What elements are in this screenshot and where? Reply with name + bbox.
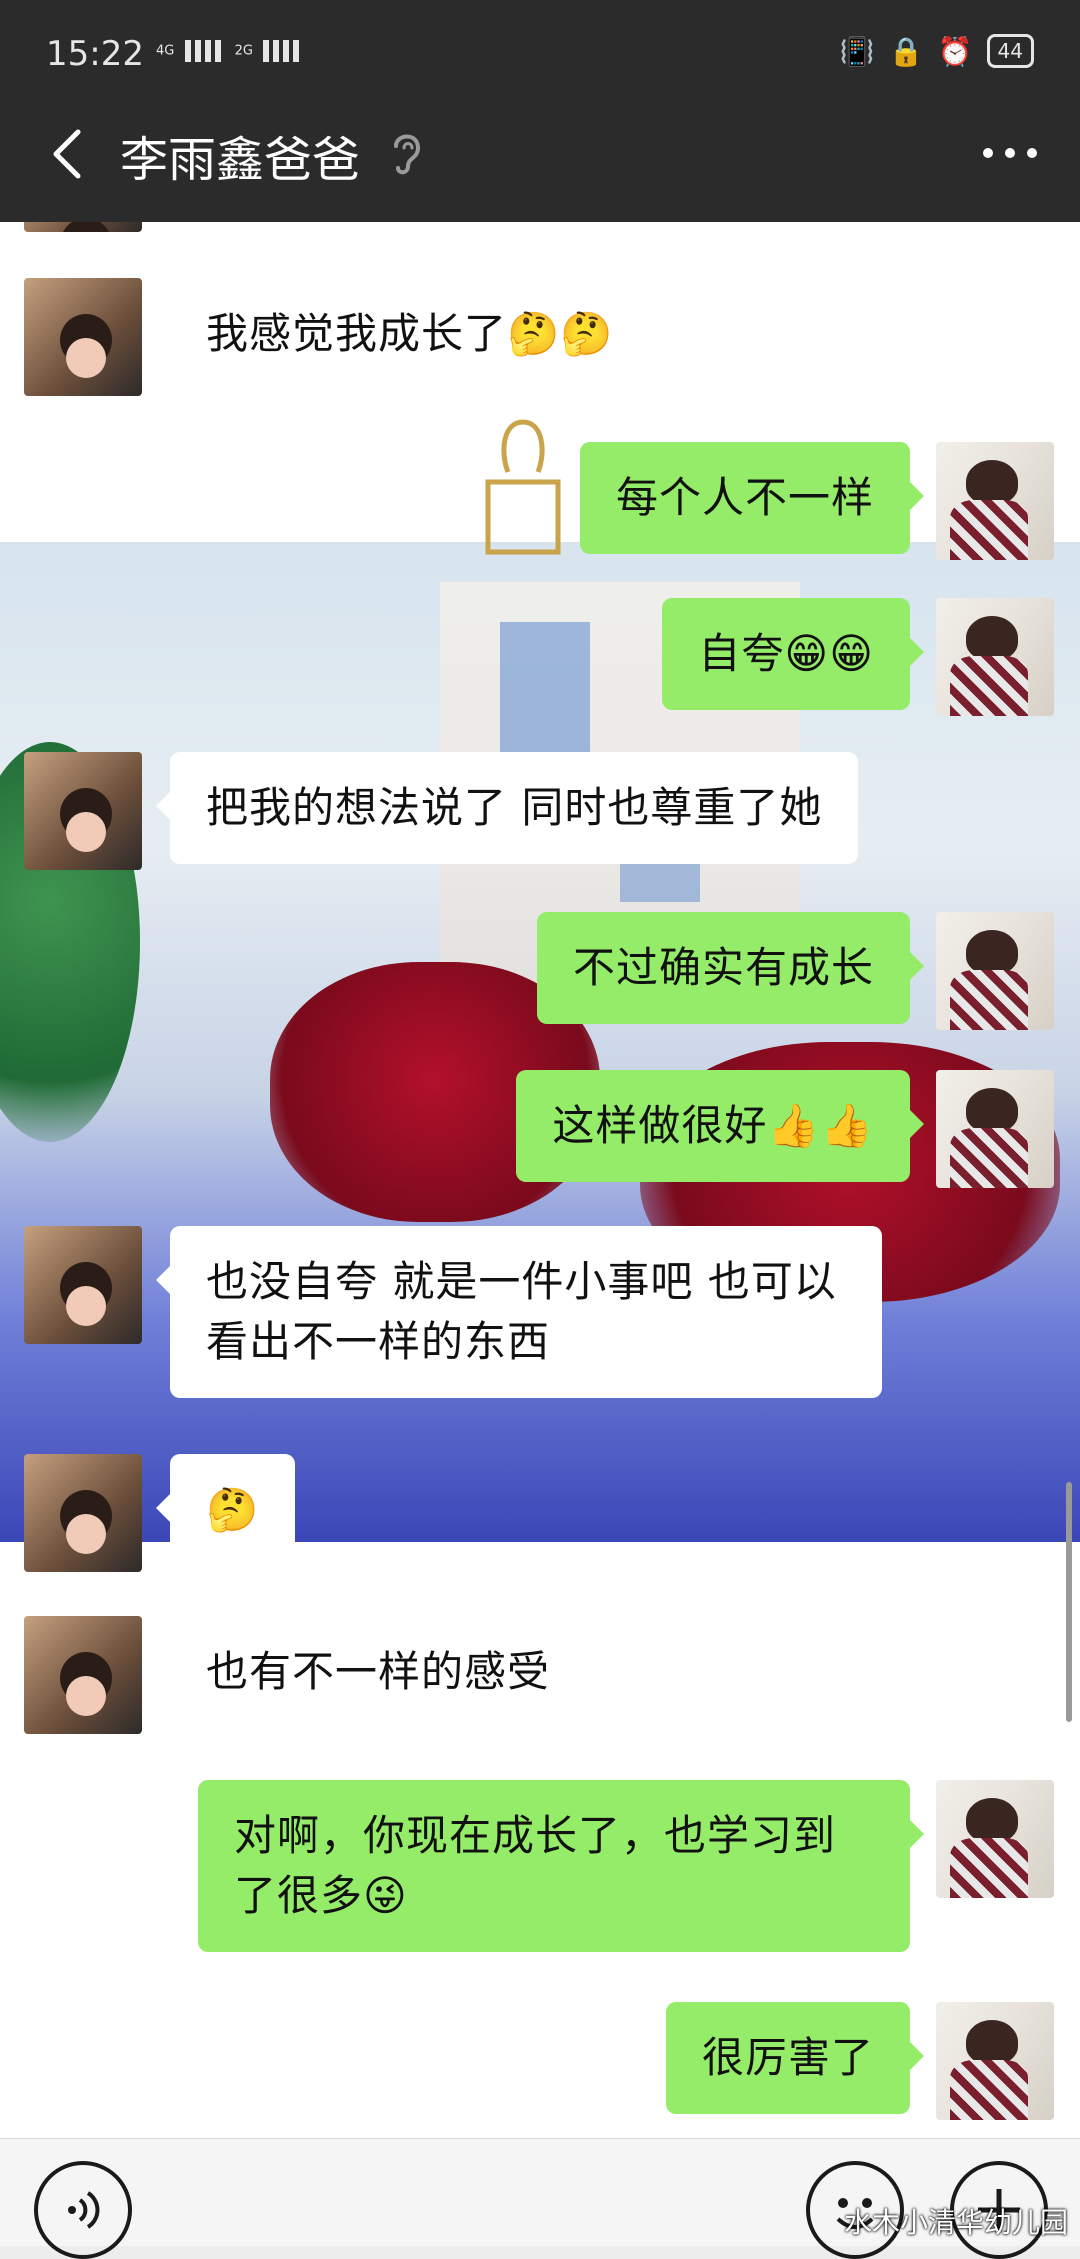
voice-input-button[interactable] — [34, 2161, 132, 2259]
avatar[interactable] — [936, 1070, 1054, 1188]
network-4g-label: 4G — [156, 43, 175, 59]
avatar[interactable] — [936, 912, 1054, 1030]
voice-icon — [68, 2191, 100, 2229]
message-bubble-outgoing[interactable]: 对啊，你现在成长了，也学习到了很多😜 — [198, 1780, 924, 1952]
message-bubble-partial — [170, 222, 450, 228]
message-bubble-incoming[interactable]: 把我的想法说了 同时也尊重了她 — [155, 752, 859, 864]
message-bubble-incoming[interactable]: 也有不一样的感受 — [155, 1616, 587, 1728]
chat-title: 李雨鑫爸爸 — [120, 132, 361, 188]
avatar[interactable] — [24, 222, 142, 232]
watermark-text: 水木小清华幼儿园 — [843, 2206, 1068, 2239]
avatar[interactable] — [24, 752, 142, 870]
message-bubble-incoming[interactable]: 🤔 — [155, 1454, 296, 1566]
signal-icon — [184, 40, 225, 62]
top-bar: 15:22 4G 2G 📳 🔒 ⏰ 44 李雨鑫爸爸 — [0, 0, 1080, 222]
message-bubble-outgoing[interactable]: 很厉害了 — [665, 2002, 925, 2114]
message-bubble-outgoing[interactable]: 每个人不一样 — [579, 442, 925, 554]
message-bubble-outgoing[interactable]: 这样做很好👍👍 — [516, 1070, 924, 1182]
message-bubble-incoming[interactable]: 也没自夸 就是一件小事吧 也可以看出不一样的东西 — [156, 1226, 882, 1398]
network-2g-label: 2G — [234, 43, 253, 59]
status-bar: 15:22 4G 2G 📳 🔒 ⏰ 44 — [46, 34, 1034, 84]
chat-header: 李雨鑫爸爸 — [0, 108, 1080, 208]
back-arrow-icon[interactable] — [42, 124, 102, 184]
avatar[interactable] — [936, 598, 1054, 716]
alarm-icon: ⏰ — [937, 34, 973, 68]
status-icons: 📳 🔒 ⏰ 44 — [840, 34, 1034, 68]
avatar[interactable] — [24, 1454, 142, 1572]
chat-area[interactable]: 我感觉我成长了🤔🤔 每个人不一样 自夸😁😁 把我的想法说了 同时也尊重了她 不过… — [0, 222, 1080, 2138]
status-time: 15:22 — [46, 34, 144, 74]
avatar[interactable] — [24, 1226, 142, 1344]
background-window — [500, 622, 590, 772]
signal-icon — [263, 40, 304, 62]
avatar[interactable] — [936, 2002, 1054, 2120]
more-options-icon[interactable] — [980, 138, 1040, 168]
battery-icon: 44 — [986, 34, 1034, 68]
binder-clip-icon — [485, 419, 561, 555]
vibrate-icon: 📳 — [839, 34, 875, 68]
avatar[interactable] — [24, 278, 142, 396]
avatar[interactable] — [24, 1616, 142, 1734]
scrollbar[interactable] — [1066, 1482, 1072, 1722]
avatar[interactable] — [936, 442, 1054, 560]
input-bar: 水木小清华幼儿园 — [0, 2138, 1080, 2259]
lock-icon: 🔒 — [888, 34, 924, 68]
message-bubble-outgoing[interactable]: 自夸😁😁 — [662, 598, 924, 710]
message-bubble-incoming[interactable]: 我感觉我成长了🤔🤔 — [156, 278, 650, 390]
avatar[interactable] — [936, 1780, 1054, 1898]
message-bubble-outgoing[interactable]: 不过确实有成长 — [536, 912, 925, 1024]
earpiece-mode-icon — [394, 134, 421, 175]
network-indicator: 4G 2G — [156, 40, 304, 62]
